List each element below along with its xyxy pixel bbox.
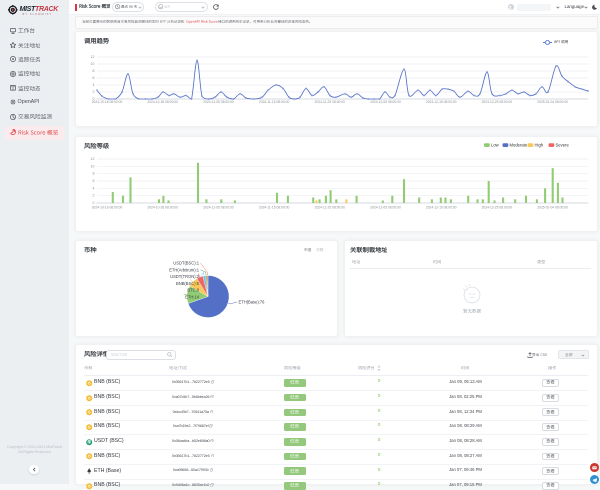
svg-text:ETH:14: ETH:14 — [185, 295, 200, 300]
svg-text:High: High — [535, 143, 544, 148]
svg-text:Severe: Severe — [556, 143, 570, 148]
svg-text:2: 2 — [93, 194, 95, 198]
svg-text:12: 12 — [91, 55, 95, 59]
svg-text:2024-10-16 08:00:00: 2024-10-16 08:00:00 — [92, 100, 123, 104]
svg-text:BTC:8: BTC:8 — [187, 288, 199, 293]
svg-text:ETH(Arbitrum):1: ETH(Arbitrum):1 — [169, 267, 200, 272]
svg-text:2025-01-04 08:00:00: 2025-01-04 08:00:00 — [537, 100, 568, 104]
svg-text:2024-12-25 08:00:00: 2024-12-25 08:00:00 — [482, 100, 513, 104]
svg-text:6: 6 — [93, 179, 95, 183]
svg-text:2024-11-15 08:00:00: 2024-11-15 08:00:00 — [259, 206, 290, 210]
svg-text:2024-10-16 08:00:00: 2024-10-16 08:00:00 — [92, 206, 123, 210]
svg-text:2: 2 — [93, 90, 95, 94]
svg-text:8: 8 — [93, 172, 95, 176]
svg-text:2024-12-15 08:00:00: 2024-12-15 08:00:00 — [426, 100, 457, 104]
svg-text:2024-10-26 08:00:00: 2024-10-26 08:00:00 — [147, 100, 178, 104]
svg-text:12: 12 — [91, 157, 95, 161]
svg-text:USDT(TRON):2: USDT(TRON):2 — [170, 274, 200, 279]
svg-text:USDT(BSC):1: USDT(BSC):1 — [173, 261, 199, 266]
svg-text:ETH(Base):76: ETH(Base):76 — [239, 300, 266, 305]
svg-text:4: 4 — [93, 83, 95, 87]
svg-text:2024-11-25 08:00:00: 2024-11-25 08:00:00 — [315, 100, 346, 104]
svg-text:8: 8 — [93, 69, 95, 73]
svg-text:2024-12-25 08:00:00: 2024-12-25 08:00:00 — [482, 206, 513, 210]
svg-text:4: 4 — [93, 186, 95, 190]
svg-text:2024-12-15 08:00:00: 2024-12-15 08:00:00 — [426, 206, 457, 210]
svg-text:0: 0 — [93, 201, 95, 205]
svg-text:2024-12-05 08:00:00: 2024-12-05 08:00:00 — [370, 206, 401, 210]
svg-text:2024-12-05 08:00:00: 2024-12-05 08:00:00 — [370, 100, 401, 104]
svg-text:2025-01-04 08:00:00: 2025-01-04 08:00:00 — [537, 206, 568, 210]
svg-text:2024-10-26 08:00:00: 2024-10-26 08:00:00 — [147, 206, 178, 210]
svg-text:Moderate: Moderate — [510, 143, 528, 148]
svg-text:2024-11-05 08:00:00: 2024-11-05 08:00:00 — [203, 206, 234, 210]
svg-text:2024-11-05 08:00:00: 2024-11-05 08:00:00 — [203, 100, 234, 104]
svg-text:BNB(BSC):5: BNB(BSC):5 — [176, 281, 200, 286]
svg-text:10: 10 — [91, 62, 95, 66]
svg-text:10: 10 — [91, 164, 95, 168]
svg-text:Low: Low — [491, 143, 500, 148]
svg-text:2024-11-15 08:00:00: 2024-11-15 08:00:00 — [259, 100, 290, 104]
svg-text:2024-11-25 08:00:00: 2024-11-25 08:00:00 — [315, 206, 346, 210]
svg-text:6: 6 — [93, 76, 95, 80]
